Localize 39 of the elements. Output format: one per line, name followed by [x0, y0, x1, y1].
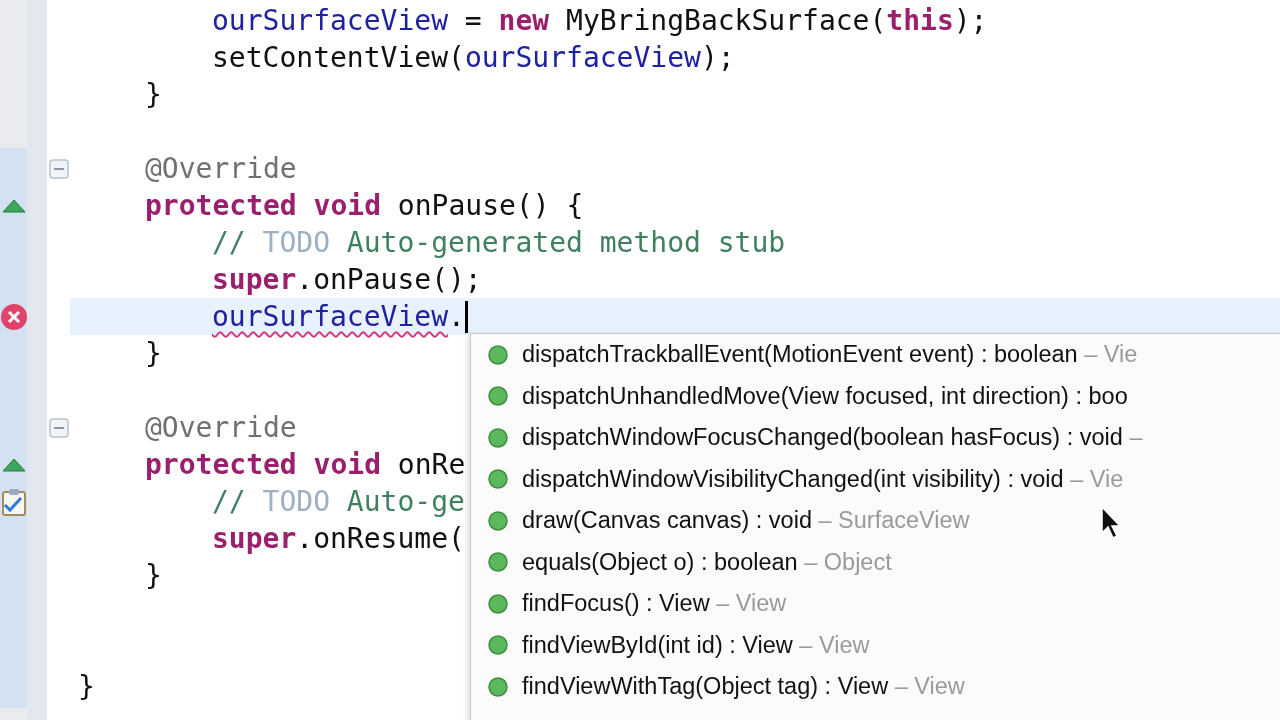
- override-triangle-icon: [2, 198, 26, 213]
- code-line: protected void onRe: [145, 447, 466, 483]
- method-icon: [488, 593, 508, 614]
- completion-item[interactable]: draw(Canvas canvas) : void – SurfaceView: [471, 500, 1280, 542]
- code-line: super.onResume(: [212, 521, 465, 557]
- fold-collapse-icon[interactable]: [48, 158, 69, 179]
- method-icon: [488, 552, 508, 573]
- code-line: }: [145, 558, 162, 594]
- code-line: }: [145, 336, 162, 372]
- method-icon: [488, 427, 508, 448]
- completion-item[interactable]: findViewWithTag(Object tag) : View – View: [471, 666, 1280, 708]
- code-line: }: [78, 669, 95, 705]
- method-icon: [488, 469, 508, 490]
- fold-collapse-icon[interactable]: [48, 417, 69, 438]
- code-line: @Override: [145, 410, 297, 446]
- method-icon: [488, 635, 508, 656]
- code-line: setContentView(ourSurfaceView);: [212, 40, 735, 76]
- error-icon: [0, 302, 28, 331]
- completion-item[interactable]: dispatchTrackballEvent(MotionEvent event) : boolean – Vie: [471, 334, 1280, 376]
- completion-item[interactable]: findFocus() : View – View: [471, 583, 1280, 625]
- code-line: ourSurfaceView = new MyBringBackSurface(this);: [212, 3, 988, 39]
- completion-item[interactable]: findViewById(int id) : View – View: [471, 624, 1280, 666]
- code-line: // TODO Auto-ge: [212, 484, 465, 520]
- task-checkbox-icon: [1, 486, 27, 517]
- code-line: // TODO Auto-generated method stub: [212, 225, 786, 261]
- method-icon: [488, 344, 508, 365]
- completion-item[interactable]: equals(Object o) : boolean – Object: [471, 541, 1280, 583]
- code-line: ourSurfaceView.: [212, 299, 465, 335]
- override-triangle-icon: [2, 457, 26, 472]
- completion-item[interactable]: dispatchWindowVisibilityChanged(int visibility) : void – Vie: [471, 458, 1280, 500]
- completion-item[interactable]: dispatchUnhandledMove(View focused, int direction) : boo: [471, 375, 1280, 417]
- code-line: }: [145, 77, 162, 113]
- code-line: protected void onPause() {: [145, 188, 584, 224]
- code-line: @Override: [145, 151, 297, 187]
- method-icon: [488, 386, 508, 407]
- code-line: super.onPause();: [212, 262, 482, 298]
- method-icon: [488, 510, 508, 531]
- method-icon: [488, 676, 508, 697]
- completion-item[interactable]: dispatchWindowFocusChanged(boolean hasFocus) : void –: [471, 417, 1280, 459]
